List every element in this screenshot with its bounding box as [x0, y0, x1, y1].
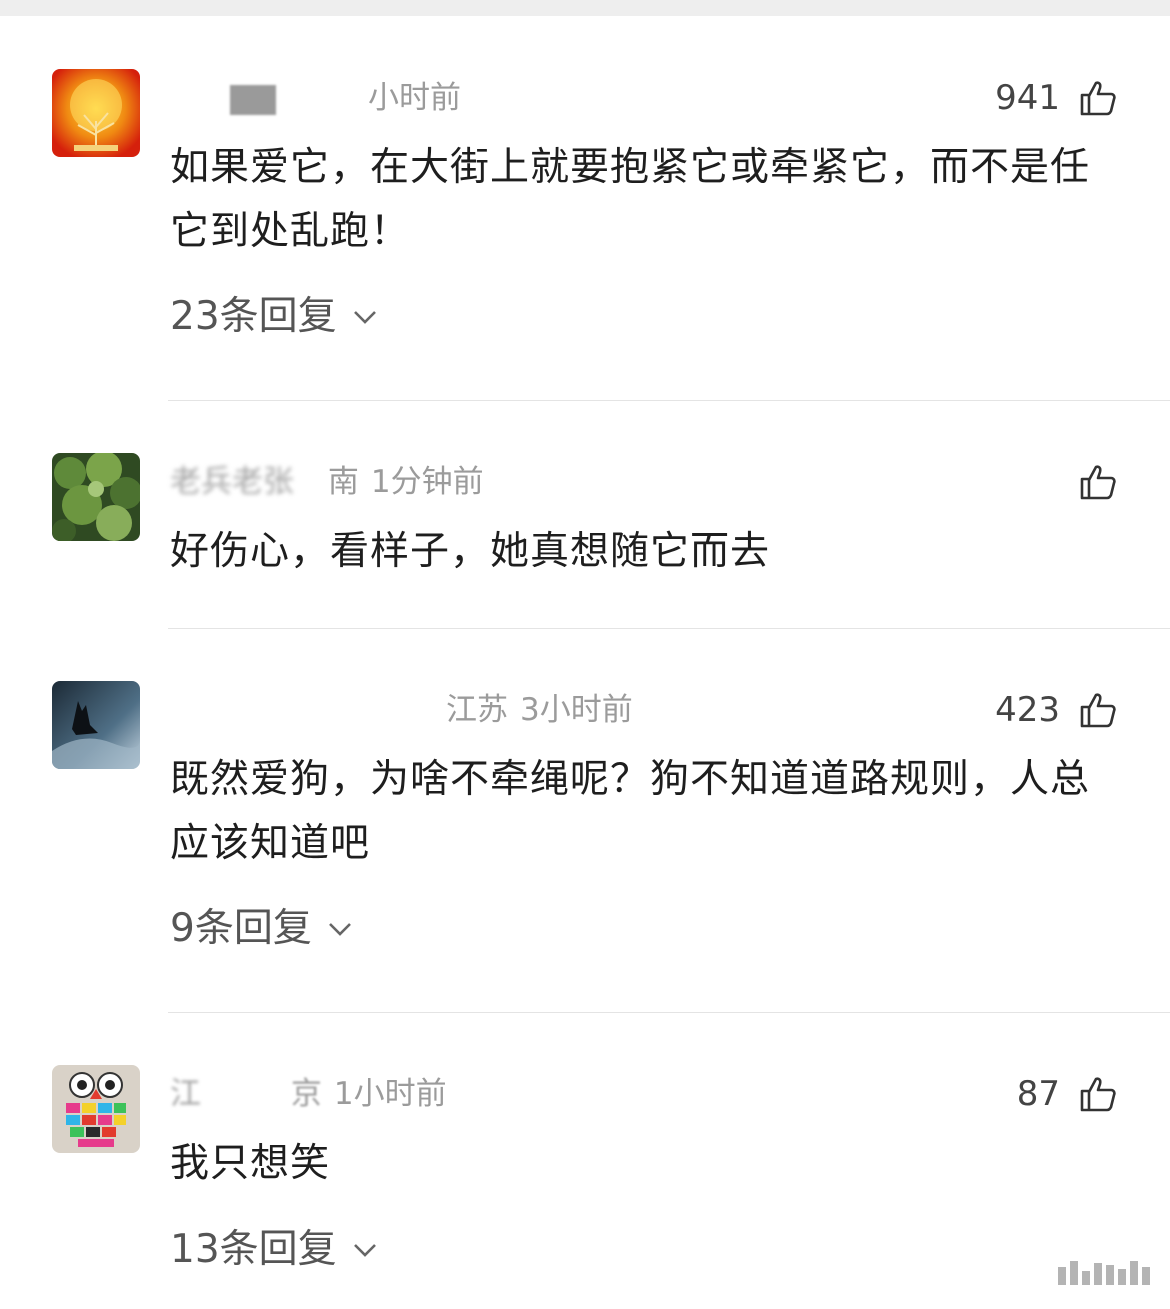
- like-count: 423: [995, 690, 1060, 730]
- top-strip: [0, 0, 1170, 16]
- comment-meta: 小时前: [170, 78, 461, 118]
- replies-label: 9条回复: [170, 906, 312, 951]
- location: 京: [290, 1076, 322, 1112]
- comment-meta: 江 京 1小时前: [170, 1074, 447, 1114]
- comment-time: 1小时前: [333, 1076, 447, 1112]
- comment-text: 好伤心，看样子，她真想随它而去: [170, 529, 771, 574]
- replies-toggle[interactable]: 23条回复: [170, 292, 379, 342]
- avatar[interactable]: [52, 681, 140, 769]
- comment-time: 小时前: [368, 80, 461, 116]
- like-count: 941: [995, 78, 1060, 118]
- divider: [168, 400, 1170, 401]
- like-count: 87: [1016, 1074, 1060, 1114]
- replies-toggle[interactable]: 13条回复: [170, 1225, 379, 1275]
- replies-label: 23条回复: [170, 294, 337, 339]
- like-button[interactable]: [1060, 460, 1118, 504]
- redacted-username: [230, 84, 276, 115]
- username[interactable]: 江: [170, 1076, 201, 1112]
- chevron-down-icon: [351, 308, 379, 326]
- avatar[interactable]: [52, 1065, 140, 1153]
- comment-meta: 江苏 3小时前: [170, 690, 633, 730]
- username[interactable]: 老兵老张: [170, 464, 294, 500]
- golden-tree-avatar: [52, 69, 140, 157]
- like-button[interactable]: 941: [995, 76, 1118, 120]
- watermark-icon: [1058, 1261, 1150, 1285]
- thumbs-up-icon: [1078, 1074, 1118, 1114]
- thumbs-up-icon: [1078, 462, 1118, 502]
- divider: [168, 1012, 1170, 1013]
- comment-text: 既然爱狗，为啥不牵绳呢？狗不知道道路规则，人总应该知道吧: [170, 757, 1091, 866]
- location: 南: [327, 464, 359, 500]
- dark-wolf-avatar: [52, 681, 140, 769]
- avatar[interactable]: [52, 453, 140, 541]
- like-button[interactable]: 423: [995, 688, 1118, 732]
- chevron-down-icon: [351, 1241, 379, 1259]
- chevron-down-icon: [326, 920, 354, 938]
- location: 江苏: [446, 692, 508, 728]
- avatar[interactable]: [52, 69, 140, 157]
- comment-time: 3小时前: [520, 692, 633, 728]
- comment-meta: 老兵老张 南 1分钟前: [170, 462, 484, 502]
- comment-time: 1分钟前: [370, 464, 484, 500]
- thumbs-up-icon: [1078, 78, 1118, 118]
- divider: [168, 628, 1170, 629]
- colorful-owl-avatar: [52, 1065, 140, 1153]
- thumbs-up-icon: [1078, 690, 1118, 730]
- comment-text: 如果爱它，在大街上就要抱紧它或牵紧它，而不是任它到处乱跑！: [170, 145, 1091, 254]
- comment-text: 我只想笑: [170, 1141, 331, 1186]
- replies-label: 13条回复: [170, 1227, 337, 1272]
- like-button[interactable]: 87: [1017, 1072, 1118, 1116]
- replies-toggle[interactable]: 9条回复: [170, 904, 354, 954]
- green-foliage-avatar: [52, 453, 140, 541]
